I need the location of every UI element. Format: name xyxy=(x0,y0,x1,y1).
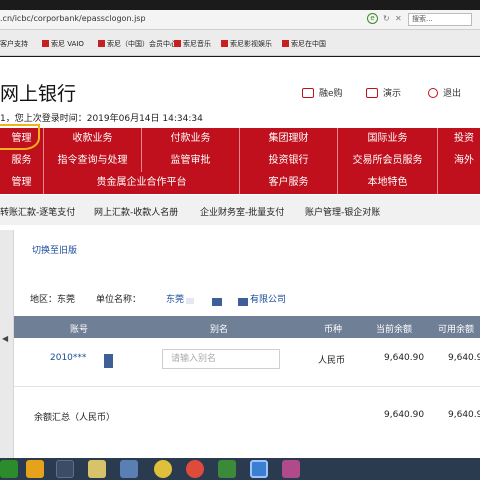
demo-link[interactable]: 演示 xyxy=(366,86,401,99)
unit-name-label: 单位名称： xyxy=(96,295,142,305)
fav-item[interactable]: 索尼 VAIO xyxy=(42,39,84,49)
url-text[interactable]: .cn/icbc/corporbank/epassclogon.jsp xyxy=(0,14,146,23)
nav-item[interactable]: 海外 xyxy=(438,150,480,172)
player-icon[interactable] xyxy=(218,460,236,478)
left-collapse-bar[interactable] xyxy=(0,230,14,458)
favicon-icon xyxy=(221,40,228,47)
chat-icon[interactable] xyxy=(154,460,172,478)
nav-item[interactable]: 监管审批 xyxy=(142,150,240,172)
col-current-balance: 当前余额 xyxy=(376,325,413,335)
quick-link[interactable]: 转账汇款-逐笔支付 xyxy=(0,205,75,218)
available-balance-cell: 9,640.90 xyxy=(448,353,480,363)
switch-old-version-link[interactable]: 切换至旧版 xyxy=(32,243,77,256)
rongegou-link[interactable]: 融e购 xyxy=(302,86,343,99)
taskbar xyxy=(0,458,480,480)
main-nav: 管理 收款业务 付款业务 集团理财 国际业务 投资 服务 指令查询与处理 监管审… xyxy=(0,128,480,194)
eye-icon xyxy=(366,88,378,98)
col-alias: 别名 xyxy=(210,325,229,335)
favicon-icon xyxy=(42,40,49,47)
col-account: 账号 xyxy=(70,325,89,335)
last-login-text: 1，您上次登录时间：2019年06月14日 14:34:34 xyxy=(0,114,203,124)
nav-item[interactable]: 服务 xyxy=(0,150,44,172)
logout-link[interactable]: 退出 xyxy=(428,86,461,99)
fav-item[interactable]: 索尼（中国）会员中心 xyxy=(98,39,177,49)
nav-item[interactable]: 付款业务 xyxy=(142,128,240,150)
media-icon[interactable] xyxy=(56,460,74,478)
redaction-block xyxy=(186,298,195,304)
app-icon[interactable] xyxy=(0,460,18,478)
chrome-icon[interactable] xyxy=(186,460,204,478)
nav-item[interactable]: 本地特色 xyxy=(338,172,438,194)
nav-item[interactable]: 管理 xyxy=(0,172,44,194)
summary-label: 余额汇总（人民币） xyxy=(34,413,116,423)
unit-name-value: 东莞 xyxy=(166,292,195,305)
ie-icon[interactable] xyxy=(250,460,268,478)
table-header: 账号 别名 币种 当前余额 可用余额 xyxy=(14,316,480,338)
alias-input[interactable]: 请输入别名 xyxy=(162,349,280,369)
favicon-icon xyxy=(174,40,181,47)
taobao-icon[interactable] xyxy=(26,460,44,478)
redaction-block xyxy=(238,298,248,306)
col-available-balance: 可用余额 xyxy=(438,325,475,335)
quick-links-bar: 转账汇款-逐笔支付 网上汇款-收款人名册 企业财务室-批量支付 账户管理-银企对… xyxy=(0,195,480,225)
summary-current-balance: 9,640.90 xyxy=(384,410,425,420)
browser-address-bar[interactable]: .cn/icbc/corporbank/epassclogon.jsp e ↻ … xyxy=(0,10,480,30)
nav-item[interactable]: 集团理财 xyxy=(240,128,338,150)
favorites-bar: 客户支持 索尼 VAIO 索尼（中国）会员中心 索尼音乐 索尼影视娱乐 索尼在中… xyxy=(0,30,480,56)
account-panel xyxy=(0,230,480,458)
page-title: 网上银行 xyxy=(0,83,77,105)
nav-item[interactable]: 投资银行 xyxy=(240,150,338,172)
quick-link[interactable]: 账户管理-银企对账 xyxy=(305,205,380,218)
row-divider xyxy=(14,386,480,387)
expand-arrow-icon[interactable]: ◀ xyxy=(2,334,8,343)
nav-item[interactable]: 收款业务 xyxy=(44,128,142,150)
highlight-circle xyxy=(0,124,40,150)
refresh-icon[interactable]: ↻ xyxy=(383,15,391,23)
fav-item[interactable]: 客户支持 xyxy=(0,39,28,49)
search-input[interactable]: 搜索... xyxy=(408,13,472,26)
nav-item[interactable]: 贵金属企业合作平台 xyxy=(44,172,240,194)
app-icon[interactable] xyxy=(282,460,300,478)
nav-item[interactable]: 指令查询与处理 xyxy=(44,150,142,172)
currency-cell: 人民币 xyxy=(318,356,346,366)
stop-icon[interactable]: ✕ xyxy=(395,15,403,23)
col-currency: 币种 xyxy=(324,325,343,335)
nav-item[interactable]: 国际业务 xyxy=(338,128,438,150)
compat-view-icon[interactable]: e xyxy=(367,13,378,24)
power-icon xyxy=(428,88,438,98)
redaction-block xyxy=(212,298,222,306)
folder-icon[interactable] xyxy=(88,460,106,478)
quick-link[interactable]: 网上汇款-收款人名册 xyxy=(94,205,178,218)
account-number-link[interactable]: 2010*** xyxy=(50,353,86,363)
unit-name-suffix: 有限公司 xyxy=(250,295,287,305)
nav-item[interactable]: 交易所会员服务 xyxy=(338,150,438,172)
cart-icon xyxy=(302,88,314,98)
settings-icon[interactable] xyxy=(120,460,138,478)
favicon-icon xyxy=(98,40,105,47)
fav-item[interactable]: 索尼影视娱乐 xyxy=(221,39,272,49)
redaction-block xyxy=(104,354,113,368)
current-balance-cell: 9,640.90 xyxy=(384,353,425,363)
region-label: 地区：东莞 xyxy=(30,295,76,305)
nav-item[interactable]: 客户服务 xyxy=(240,172,338,194)
nav-item[interactable]: 投资 xyxy=(438,128,480,150)
summary-available-balance: 9,640.90 xyxy=(448,410,480,420)
favicon-icon xyxy=(282,40,289,47)
fav-item[interactable]: 索尼在中国 xyxy=(282,39,326,49)
quick-link[interactable]: 企业财务室-批量支付 xyxy=(200,205,284,218)
fav-item[interactable]: 索尼音乐 xyxy=(174,39,211,49)
